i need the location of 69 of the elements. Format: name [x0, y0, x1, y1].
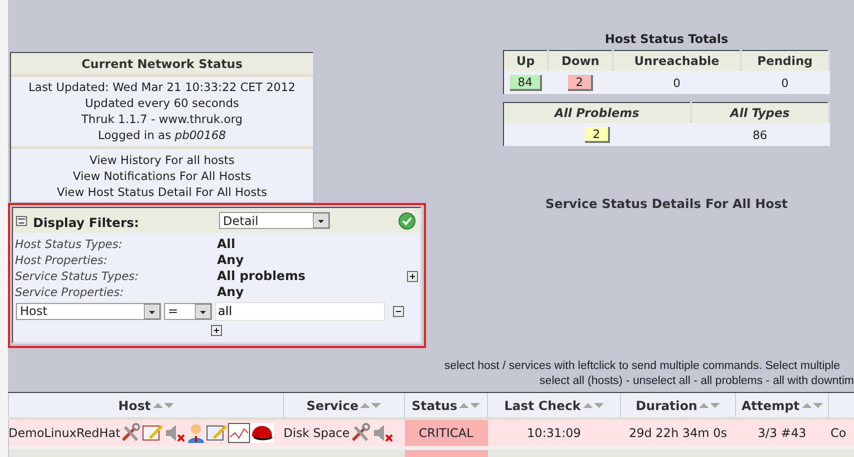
- filter-value: Any: [217, 252, 245, 268]
- nav-link[interactable]: View Notifications For All Hosts: [72, 168, 252, 184]
- hat-icon: [250, 423, 274, 443]
- table-cell: 29d 22h 34m 0s: [628, 426, 728, 440]
- login-label: Logged in as: [98, 128, 172, 142]
- graph-icon: [228, 423, 250, 443]
- table-cell: Co: [830, 426, 846, 440]
- filter-label: Service Properties:: [15, 284, 125, 300]
- sort-icon[interactable]: [459, 401, 480, 409]
- section-title: Service Status Details For All Host: [545, 196, 788, 211]
- view-dropdown[interactable]: Detail: [219, 212, 330, 229]
- filter-value: Any: [217, 284, 245, 300]
- notes-icon: [142, 423, 164, 443]
- count-button[interactable]: 2: [584, 127, 610, 143]
- column-header: All Problems: [504, 102, 691, 123]
- sort-icon[interactable]: [699, 401, 720, 409]
- sort-icon[interactable]: [802, 401, 823, 409]
- column-header: Down: [548, 50, 613, 71]
- tools-icon: [350, 423, 372, 443]
- sort-icon[interactable]: [152, 401, 174, 409]
- count-button[interactable]: 84: [510, 75, 542, 91]
- hint-text: select all (hosts) - unselect all - all problems - all with downtim: [540, 374, 854, 389]
- table-cell: CRITICAL: [418, 426, 474, 440]
- field-dropdown[interactable]: Host: [16, 302, 161, 320]
- edit-icon: [206, 423, 228, 443]
- user-name: pb00168: [174, 128, 226, 142]
- caret-icon: [313, 213, 329, 228]
- person-icon: [186, 423, 206, 443]
- filter-value: All: [217, 236, 236, 252]
- panel-title: Current Network Status: [11, 53, 313, 77]
- table-cell: 10:31:09: [527, 426, 581, 440]
- count-button[interactable]: 2: [568, 75, 594, 91]
- table-cell: 3/3 #43: [758, 426, 806, 440]
- filter-label: Service Status Types:: [15, 268, 140, 284]
- column-header: Unreachable: [612, 50, 741, 71]
- totals-title: Host Status Totals: [604, 32, 728, 46]
- operator-dropdown[interactable]: =: [164, 302, 212, 320]
- caret-icon: [144, 304, 160, 318]
- filter-input[interactable]: all: [215, 302, 385, 320]
- remove-icon[interactable]: [393, 306, 404, 316]
- filter-value: All problems: [217, 268, 306, 284]
- hint-text: select host / services with leftclick to send multiple commands. Select multiple: [444, 359, 840, 374]
- muted-speaker-icon: [372, 423, 394, 443]
- add-icon[interactable]: [211, 325, 222, 336]
- sort-icon[interactable]: [582, 401, 604, 409]
- refresh-text: Updated every 60 seconds: [84, 95, 240, 111]
- count-text: 0: [781, 76, 789, 90]
- muted-speaker-icon: [164, 423, 186, 443]
- filter-title: Display Filters:: [33, 215, 140, 230]
- add-icon[interactable]: [407, 270, 418, 282]
- last-updated-text: Last Updated: Wed Mar 21 10:33:22 CET 2012: [28, 79, 296, 95]
- filter-label: Host Properties:: [15, 252, 108, 268]
- column-header: All Types: [690, 102, 829, 123]
- nav-link[interactable]: View History For all hosts: [89, 152, 235, 168]
- version-text: Thruk 1.1.7 - www.thruk.org: [81, 111, 243, 127]
- column-header[interactable]: Host: [118, 398, 151, 412]
- count-text: 0: [673, 76, 680, 90]
- column-header: Up: [504, 50, 548, 71]
- caret-icon: [195, 304, 211, 318]
- filter-label: Host Status Types:: [15, 236, 124, 252]
- column-header: Pending: [740, 50, 829, 71]
- host-name: DemoLinuxRedHat: [8, 426, 120, 440]
- tools-icon: [120, 423, 142, 443]
- sort-icon[interactable]: [360, 401, 382, 409]
- nav-link[interactable]: View Host Status Detail For All Hosts: [56, 184, 268, 200]
- collapse-icon[interactable]: [16, 216, 27, 226]
- service-name: Disk Space: [284, 426, 350, 440]
- apply-icon[interactable]: [398, 212, 416, 230]
- count-text: 86: [752, 128, 768, 142]
